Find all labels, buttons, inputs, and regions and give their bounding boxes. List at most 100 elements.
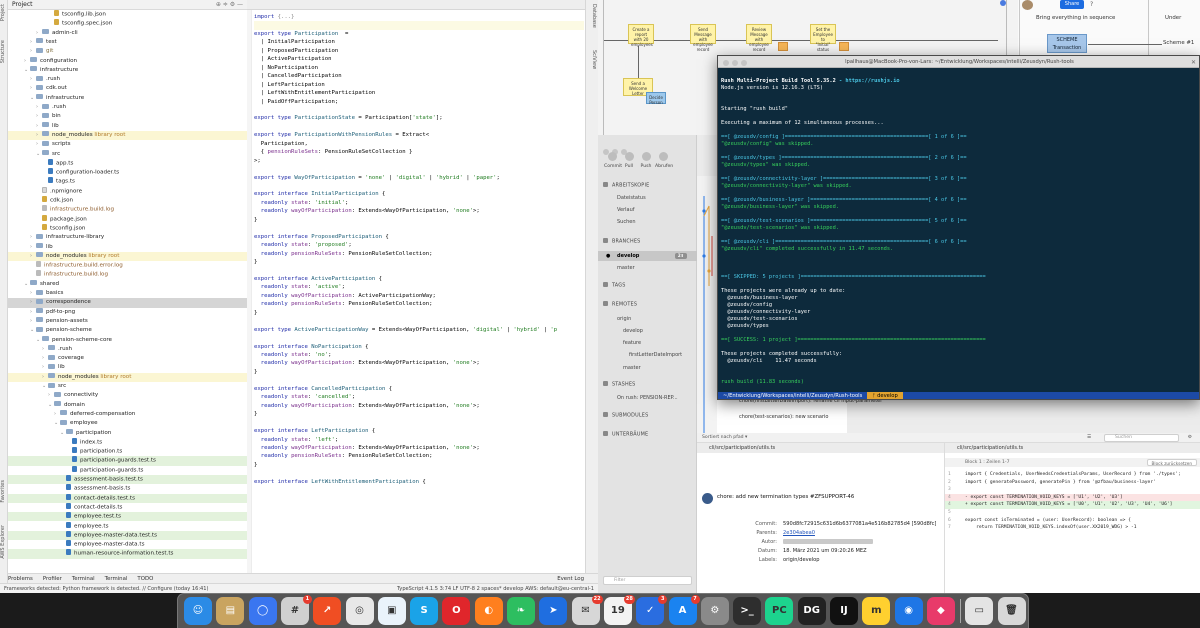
tool-window-terminal[interactable]: Terminal [72, 576, 95, 582]
rocket-icon[interactable]: ↗ [313, 597, 342, 625]
datagrip-icon[interactable]: DG [797, 597, 826, 625]
branch-item[interactable]: master [598, 263, 697, 273]
sticky-note[interactable]: Review Message with employee record [746, 24, 772, 52]
tree-item[interactable]: ⌄ src [8, 382, 247, 391]
tree-item[interactable]: › coverage [8, 354, 247, 363]
finder-icon[interactable]: ☺ [184, 597, 212, 625]
tree-item[interactable]: › .rush [8, 75, 247, 84]
project-panel-header[interactable]: Project ⊕ ≑ ⚙ — [8, 0, 247, 10]
tool-strip-database[interactable]: Database [589, 4, 597, 28]
system-prefs-icon[interactable]: ⚙ [700, 597, 729, 625]
mail-icon[interactable]: ✉ 22 [571, 595, 603, 625]
opera-icon[interactable]: O [442, 597, 471, 625]
tree-item[interactable]: ⌄ employee [8, 419, 247, 428]
tree-item[interactable]: participation-guards.ts [8, 465, 247, 475]
tree-item[interactable]: › pdf-to-png [8, 308, 247, 317]
terminal-titlebar[interactable]: lpallhaus@MacBook-Pro-von-Lars: ~/Entwic… [718, 56, 1199, 68]
project-panel-tools[interactable]: ⊕ ≑ ⚙ — [216, 0, 243, 10]
tree-item[interactable]: employee-master-data.test.ts [8, 530, 247, 541]
remote-item[interactable]: feature [598, 338, 697, 348]
firefox-icon[interactable]: ◐ [474, 597, 503, 625]
maps-pin-icon[interactable]: ◉ [894, 597, 923, 625]
tree-item[interactable]: cdk.json [8, 196, 247, 205]
tree-item[interactable]: › scripts [8, 140, 247, 149]
sticky-note[interactable]: Send Message with employee record [690, 24, 716, 52]
signal-icon[interactable]: ◯ [248, 597, 277, 625]
sticky-note[interactable]: Decide Person [646, 92, 666, 105]
terminal-prompt[interactable]: ~/Entwicklung/Workspaces/intelli/Zeusdyn… [718, 392, 1199, 399]
toolbar-commit-button[interactable]: Commit [604, 152, 622, 169]
tags-section[interactable]: TAGS [603, 282, 626, 289]
window-controls[interactable] [723, 59, 750, 67]
tool-strip-structure[interactable]: Structure [0, 40, 8, 63]
tree-item[interactable]: › lib [8, 122, 247, 131]
remote-item[interactable]: origin [598, 314, 697, 324]
sticky-note[interactable]: Set the Employee to "Initial" status [810, 24, 836, 52]
stash-item[interactable]: On rush: PENSION-REP... [598, 393, 697, 403]
tree-item[interactable]: › node_modules library root [8, 251, 247, 262]
tree-item[interactable]: infrastructure.build.error.log [8, 261, 247, 270]
tree-item[interactable]: infrastructure.build.log [8, 205, 247, 214]
tree-item[interactable]: › lib [8, 363, 247, 372]
avatar[interactable] [1022, 0, 1033, 10]
tree-item[interactable]: employee.ts [8, 521, 247, 531]
remote-item[interactable]: master [598, 363, 697, 373]
pycharm-icon[interactable]: PC [765, 597, 794, 625]
status-right[interactable]: TypeScript 4.1.5 3:74 LF UTF-8 2 spaces*… [397, 584, 594, 593]
tree-item[interactable]: human-resource-information.test.ts [8, 549, 247, 559]
tree-item[interactable]: ⌄ shared [8, 280, 247, 289]
workspace-item[interactable]: Dateistatus [598, 193, 697, 203]
tool-strip-project[interactable]: Project [0, 4, 8, 21]
tree-item[interactable]: › git [8, 47, 247, 56]
list-view-icon[interactable]: ☰ [1087, 433, 1091, 443]
project-panel-title[interactable]: Project [12, 1, 33, 8]
tool-window-terminal[interactable]: Terminal [105, 576, 128, 582]
tree-item[interactable]: contact-details.ts [8, 502, 247, 512]
tree-item[interactable]: ⌄ domain [8, 401, 247, 410]
things-icon[interactable]: ✓ 3 [636, 595, 668, 625]
tree-item[interactable]: › connectivity [8, 391, 247, 400]
changed-file-path[interactable]: cli/src/participation/utils.ts [709, 445, 775, 451]
terminal-window[interactable]: lpallhaus@MacBook-Pro-von-Lars: ~/Entwic… [717, 55, 1200, 400]
tree-item[interactable]: › test [8, 38, 247, 47]
tree-item[interactable]: tsconfig.lib.json [8, 10, 247, 19]
remote-item[interactable]: firstLetterDateImport [598, 350, 697, 360]
tool-window-todo[interactable]: TODO [137, 576, 153, 582]
tree-item[interactable]: › deferred-compensation [8, 410, 247, 419]
trash-icon[interactable]: 🗑 [997, 597, 1026, 625]
remotes-section[interactable]: REMOTES [603, 301, 637, 308]
spark-icon[interactable]: ➤ [539, 597, 568, 625]
tool-strip-sciview[interactable]: SciView [589, 50, 597, 69]
slack-icon[interactable]: #1 [280, 595, 312, 625]
toolbar-abrufen-button[interactable]: Abrufen [655, 152, 673, 169]
branches-section[interactable]: BRANCHES [603, 238, 640, 245]
stashes-section[interactable]: STASHES [603, 381, 635, 388]
toolbar-push-button[interactable]: Push [638, 152, 654, 169]
app-store-icon[interactable]: A7 [668, 595, 700, 625]
tree-item[interactable]: participation-guards.test.ts [8, 456, 247, 466]
tree-item[interactable]: ⌄ pension-scheme [8, 326, 247, 335]
terminal-icon[interactable]: >_ [733, 597, 762, 625]
sort-dropdown[interactable]: Sortiert nach pfad ▾ [702, 435, 747, 440]
tree-item[interactable]: › lib [8, 243, 247, 252]
tree-item[interactable]: › pension-assets [8, 317, 247, 326]
tool-strip-favorites[interactable]: Favorites [0, 480, 8, 503]
commit-row[interactable]: chore(test-scenarios): new scenario [717, 411, 897, 424]
miro-icon[interactable]: m [862, 597, 891, 625]
tree-item[interactable]: tsconfig.spec.json [8, 19, 247, 28]
tree-item[interactable]: assessment-basis.ts [8, 484, 247, 493]
tree-item[interactable]: › cdk.out [8, 84, 247, 93]
shield-app-icon[interactable]: ▣ [377, 597, 406, 625]
skype-icon[interactable]: S [410, 597, 439, 625]
tree-item[interactable]: › infrastructure-library [8, 233, 247, 242]
tree-item[interactable]: infrastructure.build.log [8, 270, 247, 279]
submodules-section[interactable]: SUBMODULES [603, 412, 648, 419]
tree-item[interactable]: app.ts [8, 158, 247, 168]
tree-item[interactable]: ⌄ infrastructure [8, 66, 247, 75]
tree-item[interactable]: index.ts [8, 437, 247, 447]
gear-icon[interactable]: ⚙ [1188, 433, 1192, 443]
tree-item[interactable]: › .rush [8, 103, 247, 112]
workspace-item[interactable]: Suchen [598, 217, 697, 227]
tool-window-problems[interactable]: Problems [8, 576, 33, 582]
tree-item[interactable]: › admin-cli [8, 29, 247, 38]
